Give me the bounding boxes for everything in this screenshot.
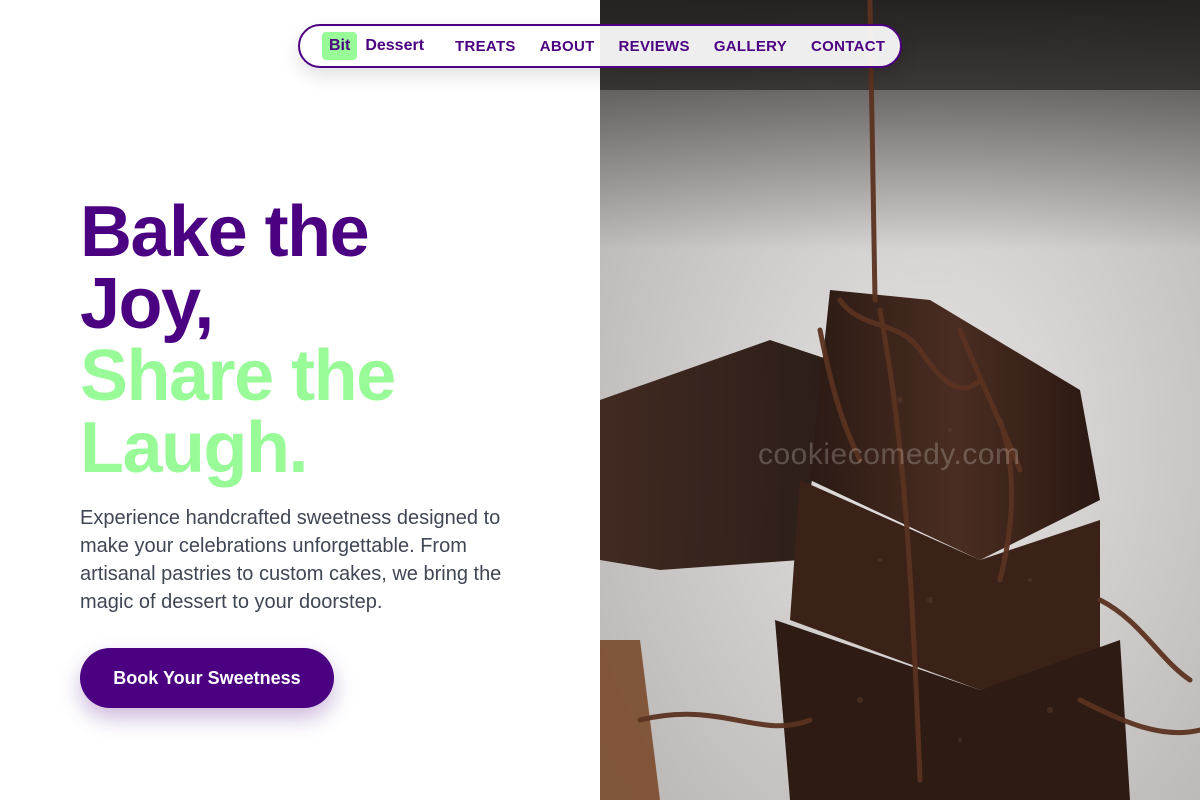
book-your-sweetness-button[interactable]: Book Your Sweetness <box>80 648 334 708</box>
hero-section: Bake the Joy, Share the Laugh. Experienc… <box>0 0 600 800</box>
headline-line-4: Laugh. <box>80 408 308 488</box>
headline-line-3: Share the <box>80 336 396 416</box>
hero-description: Experience handcrafted sweetness designe… <box>80 507 502 613</box>
nav-item-about[interactable]: ABOUT <box>540 38 595 55</box>
nav-item-contact[interactable]: CONTACT <box>811 38 885 55</box>
headline-line-1: Bake the <box>80 192 370 272</box>
navbar: Bit Dessert TREATS ABOUT REVIEWS GALLERY… <box>298 24 902 68</box>
watermark: cookiecomedy.com <box>758 438 1021 471</box>
logo-badge: Bit <box>322 32 358 60</box>
nav-item-reviews[interactable]: REVIEWS <box>619 38 690 55</box>
brownie-illustration <box>600 0 1200 800</box>
logo-text: Dessert <box>365 37 425 54</box>
hero-headline: Bake the Joy, Share the Laugh. <box>80 192 396 488</box>
nav-item-gallery[interactable]: GALLERY <box>714 38 787 55</box>
headline-line-2: Joy, <box>80 264 214 344</box>
nav-item-treats[interactable]: TREATS <box>455 38 516 55</box>
logo[interactable]: Bit Dessert <box>322 32 424 60</box>
hero-image-brownies: cookiecomedy.com <box>600 0 1200 800</box>
